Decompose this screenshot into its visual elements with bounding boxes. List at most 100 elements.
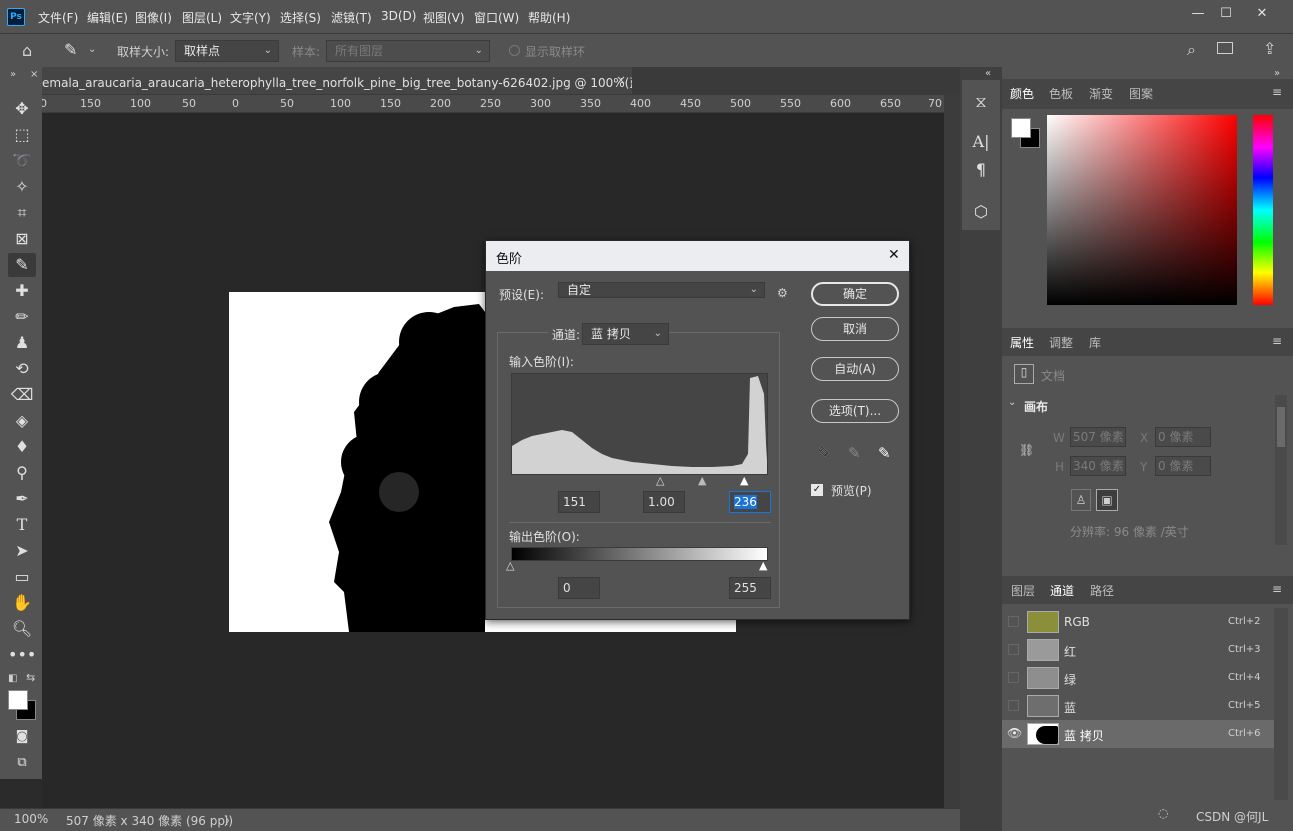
healing-brush-tool-icon[interactable]: ✚ — [8, 279, 36, 303]
scroll-thumb[interactable] — [1277, 407, 1285, 447]
workspace-icon[interactable] — [1217, 42, 1233, 54]
quick-mask-icon[interactable]: ◙ — [8, 725, 36, 749]
eyedropper-tool-icon[interactable]: ✎ — [8, 253, 36, 277]
x-field[interactable]: 0 像素 — [1155, 427, 1211, 447]
preset-options-gear-icon[interactable]: ⚙ — [777, 286, 788, 300]
collapse-dock-icon[interactable]: « — [985, 68, 991, 79]
stamp-tool-icon[interactable]: ♟ — [8, 331, 36, 355]
move-tool-icon[interactable]: ✥ — [8, 97, 36, 121]
input-white-field[interactable]: 236 — [729, 491, 771, 513]
auto-button[interactable]: 自动(A) — [811, 357, 899, 381]
menu-view[interactable]: 视图(V) — [423, 9, 465, 26]
channel-row[interactable]: 蓝 Ctrl+5 — [1002, 692, 1274, 720]
landscape-orientation-icon[interactable]: ▣ — [1096, 489, 1118, 511]
white-eyedropper-icon[interactable]: ✎ — [878, 444, 891, 462]
default-colors-icon[interactable]: ◧ — [8, 673, 17, 684]
channel-select[interactable]: 蓝 拷贝 ⌄ — [582, 323, 669, 345]
gray-eyedropper-icon[interactable]: ✎ — [848, 444, 861, 462]
menu-window[interactable]: 窗口(W) — [474, 9, 519, 26]
paragraph-panel-icon[interactable]: ¶ — [971, 160, 991, 180]
channel-row[interactable]: RGB Ctrl+2 — [1002, 608, 1274, 636]
load-selection-icon[interactable]: ◌ — [1158, 806, 1168, 820]
sample-size-select[interactable]: 取样点 ⌄ — [175, 40, 279, 62]
marquee-tool-icon[interactable]: ⬚ — [8, 123, 36, 147]
hue-slider[interactable] — [1253, 115, 1273, 305]
expand-panels-icon[interactable]: » — [1274, 68, 1280, 79]
channel-row[interactable]: 绿 Ctrl+4 — [1002, 664, 1274, 692]
menu-select[interactable]: 选择(S) — [280, 9, 321, 26]
portrait-orientation-icon[interactable]: ♙ — [1071, 489, 1091, 511]
eyedropper-tool-icon[interactable]: ✎ — [64, 40, 77, 59]
output-black-field[interactable]: 0 — [558, 577, 600, 599]
3d-panel-icon[interactable]: ⬡ — [971, 202, 991, 222]
output-black-slider[interactable]: △ — [506, 559, 514, 572]
swap-colors-icon[interactable]: ⇆ — [26, 671, 35, 684]
panel-menu-icon[interactable]: ≡ — [1272, 85, 1282, 99]
show-ring-checkbox[interactable] — [509, 45, 520, 56]
channels-scrollbar[interactable] — [1274, 608, 1288, 800]
visibility-toggle[interactable] — [1008, 672, 1019, 683]
section-chevron-icon[interactable]: ⌄ — [1008, 397, 1016, 408]
tool-preset-chevron-icon[interactable]: ⌄ — [88, 44, 96, 55]
magic-wand-tool-icon[interactable]: ✧ — [8, 175, 36, 199]
dialog-titlebar[interactable]: 色阶 ✕ — [486, 241, 909, 271]
gamma-slider[interactable]: ▲ — [698, 474, 706, 487]
link-icon[interactable]: ⛓ — [1019, 443, 1034, 457]
panel-menu-icon[interactable]: ≡ — [1272, 582, 1282, 596]
blur-tool-icon[interactable]: ♦ — [8, 435, 36, 459]
tab-paths[interactable]: 路径 — [1090, 582, 1114, 599]
close-tab-icon[interactable]: × — [616, 73, 626, 87]
menu-filter[interactable]: 滤镜(T) — [331, 9, 372, 26]
menu-3d[interactable]: 3D(D) — [381, 9, 416, 23]
options-button[interactable]: 选项(T)... — [811, 399, 899, 423]
more-tools-icon[interactable]: ••• — [8, 643, 36, 667]
menu-help[interactable]: 帮助(H) — [528, 9, 570, 26]
panel-menu-icon[interactable]: ≡ — [1272, 334, 1282, 348]
sample-select[interactable]: 所有图层 ⌄ — [326, 40, 490, 62]
rectangle-tool-icon[interactable]: ▭ — [8, 565, 36, 589]
minimize-button[interactable]: — — [1186, 4, 1210, 24]
history-panel-icon[interactable]: ⧖ — [971, 92, 991, 112]
white-point-slider[interactable]: ▲ — [740, 474, 748, 487]
tab-libraries[interactable]: 库 — [1089, 334, 1101, 351]
height-field[interactable]: 340 像素 — [1070, 456, 1126, 476]
search-icon[interactable]: ⌕ — [1187, 40, 1196, 60]
cancel-button[interactable]: 取消 — [811, 317, 899, 341]
home-icon[interactable]: ⌂ — [22, 41, 32, 60]
black-point-slider[interactable]: △ — [656, 474, 664, 487]
tab-color[interactable]: 颜色 — [1004, 81, 1041, 106]
tab-patterns[interactable]: 图案 — [1129, 85, 1153, 102]
close-window-button[interactable]: ✕ — [1250, 4, 1274, 24]
close-toolbar-icon[interactable]: × — [30, 69, 38, 80]
output-white-slider[interactable]: ▲ — [759, 559, 767, 572]
tab-channels[interactable]: 通道 — [1044, 578, 1081, 603]
tab-swatches[interactable]: 色板 — [1049, 85, 1073, 102]
y-field[interactable]: 0 像素 — [1155, 456, 1211, 476]
eraser-tool-icon[interactable]: ⌫ — [8, 383, 36, 407]
dodge-tool-icon[interactable]: ⚲ — [8, 461, 36, 485]
foreground-color-swatch[interactable] — [8, 690, 28, 710]
visibility-toggle[interactable] — [1008, 616, 1019, 627]
pen-tool-icon[interactable]: ✒ — [8, 487, 36, 511]
tab-layers[interactable]: 图层 — [1011, 582, 1035, 599]
character-panel-icon[interactable]: A| — [971, 132, 991, 152]
history-brush-tool-icon[interactable]: ⟲ — [8, 357, 36, 381]
foreground-color-chip[interactable] — [1011, 118, 1031, 138]
menu-edit[interactable]: 编辑(E) — [87, 9, 128, 26]
visibility-toggle[interactable] — [1008, 644, 1019, 655]
eye-icon[interactable]: 👁︎ — [1007, 726, 1022, 740]
type-tool-icon[interactable]: T — [8, 513, 36, 537]
preset-select[interactable]: 自定 ⌄ — [558, 282, 765, 298]
status-menu-arrow-icon[interactable]: 〉 — [224, 812, 236, 829]
collapse-toolbar-icon[interactable]: » — [10, 69, 16, 80]
channel-row[interactable]: 红 Ctrl+3 — [1002, 636, 1274, 664]
channel-row-selected[interactable]: 👁︎ 蓝 拷贝 Ctrl+6 — [1002, 720, 1274, 748]
tab-adjustments[interactable]: 调整 — [1049, 334, 1073, 351]
close-icon[interactable]: ✕ — [888, 247, 900, 263]
ok-button[interactable]: 确定 — [811, 282, 899, 306]
hand-tool-icon[interactable]: ✋ — [8, 591, 36, 615]
brush-tool-icon[interactable]: ✏ — [8, 305, 36, 329]
input-gamma-field[interactable]: 1.00 — [643, 491, 685, 513]
screen-mode-icon[interactable]: ⧉ — [8, 751, 36, 775]
zoom-tool-icon[interactable]: 🔍︎ — [8, 617, 36, 641]
